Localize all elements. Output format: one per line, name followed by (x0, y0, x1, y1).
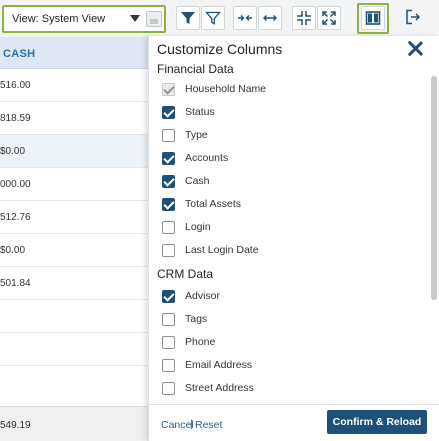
column-option-street-address[interactable]: Street Address (162, 380, 392, 398)
table-footer-total: 549.19 (0, 406, 150, 441)
checkbox-email-address[interactable] (162, 359, 175, 372)
option-label: Total Assets (185, 198, 242, 210)
confirm-reload-button[interactable]: Confirm & Reload (327, 410, 427, 434)
table-row[interactable]: $0.00 (0, 234, 150, 267)
export-icon (406, 9, 421, 25)
section-title-financial: Financial Data (157, 62, 234, 76)
section-title-crm: CRM Data (157, 267, 214, 281)
column-option-tags[interactable]: Tags (162, 311, 392, 329)
customize-columns-button[interactable] (361, 6, 385, 30)
column-option-phone[interactable]: Phone (162, 334, 392, 352)
footer-total-value: 549.19 (0, 420, 31, 431)
table-row[interactable]: 512.76 (0, 201, 150, 234)
column-option-type[interactable]: Type (162, 127, 392, 145)
checkbox-street-address[interactable] (162, 382, 175, 395)
filter-clear-button[interactable] (201, 6, 225, 30)
column-option-total-assets[interactable]: Total Assets (162, 196, 392, 214)
cash-cell: $0.00 (0, 146, 26, 157)
option-label: Household Name (185, 83, 267, 95)
checkbox-total-assets[interactable] (162, 198, 175, 211)
panel-scrollbar[interactable] (431, 76, 437, 300)
column-option-accounts[interactable]: Accounts (162, 150, 392, 168)
option-label: Street Address (185, 382, 254, 394)
option-label: Status (185, 106, 215, 118)
view-select[interactable]: View: System View (2, 5, 166, 33)
toolbar: View: System View (0, 0, 439, 38)
checkbox-type[interactable] (162, 129, 175, 142)
compress-button[interactable] (292, 6, 316, 30)
close-icon[interactable] (405, 39, 425, 59)
filter-button[interactable] (176, 6, 200, 30)
option-label: Tags (185, 313, 208, 325)
columns-icon (365, 11, 381, 25)
table-row[interactable]: 501.84 (0, 267, 150, 300)
link-separator: | (190, 418, 193, 430)
table-row[interactable] (0, 300, 150, 333)
filter-outline-icon (205, 11, 221, 25)
table-row[interactable]: 000.00 (0, 168, 150, 201)
checkbox-advisor[interactable] (162, 290, 175, 303)
cash-cell: 000.00 (0, 179, 31, 190)
option-label: Login (185, 221, 211, 233)
column-header-label: CASH (3, 48, 36, 60)
panel-footer: Cancel | Reset Confirm & Reload (149, 404, 439, 441)
households-table: CASH 516.00 818.59 $0.00 000.00 512.76 $… (0, 38, 150, 441)
column-option-advisor[interactable]: Advisor (162, 288, 392, 306)
cash-cell: 512.76 (0, 212, 31, 223)
column-option-login[interactable]: Login (162, 219, 392, 237)
collapse-columns-button[interactable] (233, 6, 257, 30)
save-view-button (146, 11, 162, 27)
cash-cell: $0.00 (0, 245, 26, 256)
cash-cell: 818.59 (0, 113, 31, 124)
option-label: Last Login Date (185, 244, 259, 256)
checkbox-status[interactable] (162, 106, 175, 119)
collapse-horizontal-icon (238, 15, 252, 21)
option-label: Advisor (185, 290, 221, 302)
checkbox-tags[interactable] (162, 313, 175, 326)
table-row[interactable]: 516.00 (0, 69, 150, 102)
compress-icon (297, 11, 311, 25)
option-label: Email Address (185, 359, 253, 371)
expand-horizontal-icon (263, 15, 277, 21)
filter-filled-icon (181, 12, 195, 24)
column-option-cash[interactable]: Cash (162, 173, 392, 191)
cash-cell: 516.00 (0, 80, 31, 91)
option-label: Phone (185, 336, 216, 348)
checkbox-login[interactable] (162, 221, 175, 234)
view-select-value: View: System View (12, 13, 106, 25)
checkbox-phone[interactable] (162, 336, 175, 349)
column-option-last-login-date[interactable]: Last Login Date (162, 242, 392, 260)
table-row[interactable]: 818.59 (0, 102, 150, 135)
chevron-down-icon (130, 15, 140, 22)
cancel-link[interactable]: Cancel (161, 419, 194, 431)
checkbox-household-name (162, 83, 175, 96)
option-label: Accounts (185, 152, 229, 164)
column-header-cash[interactable]: CASH (0, 38, 150, 69)
customize-columns-panel: Customize Columns Financial Data Househo… (148, 36, 439, 441)
table-row[interactable]: $0.00 (0, 135, 150, 168)
checkbox-last-login-date[interactable] (162, 244, 175, 257)
expand-columns-button[interactable] (258, 6, 282, 30)
panel-title: Customize Columns (157, 41, 283, 57)
reset-link[interactable]: Reset (195, 419, 222, 431)
cash-cell: 501.84 (0, 278, 31, 289)
option-label: Cash (185, 175, 210, 187)
checkbox-accounts[interactable] (162, 152, 175, 165)
table-row[interactable] (0, 333, 150, 366)
checkbox-cash[interactable] (162, 175, 175, 188)
column-option-status[interactable]: Status (162, 104, 392, 122)
expand-button[interactable] (317, 6, 341, 30)
option-label: Type (185, 129, 208, 141)
export-button[interactable] (404, 8, 424, 28)
column-option-household-name: Household Name (162, 81, 392, 99)
expand-icon (322, 11, 336, 25)
column-option-email-address[interactable]: Email Address (162, 357, 392, 375)
